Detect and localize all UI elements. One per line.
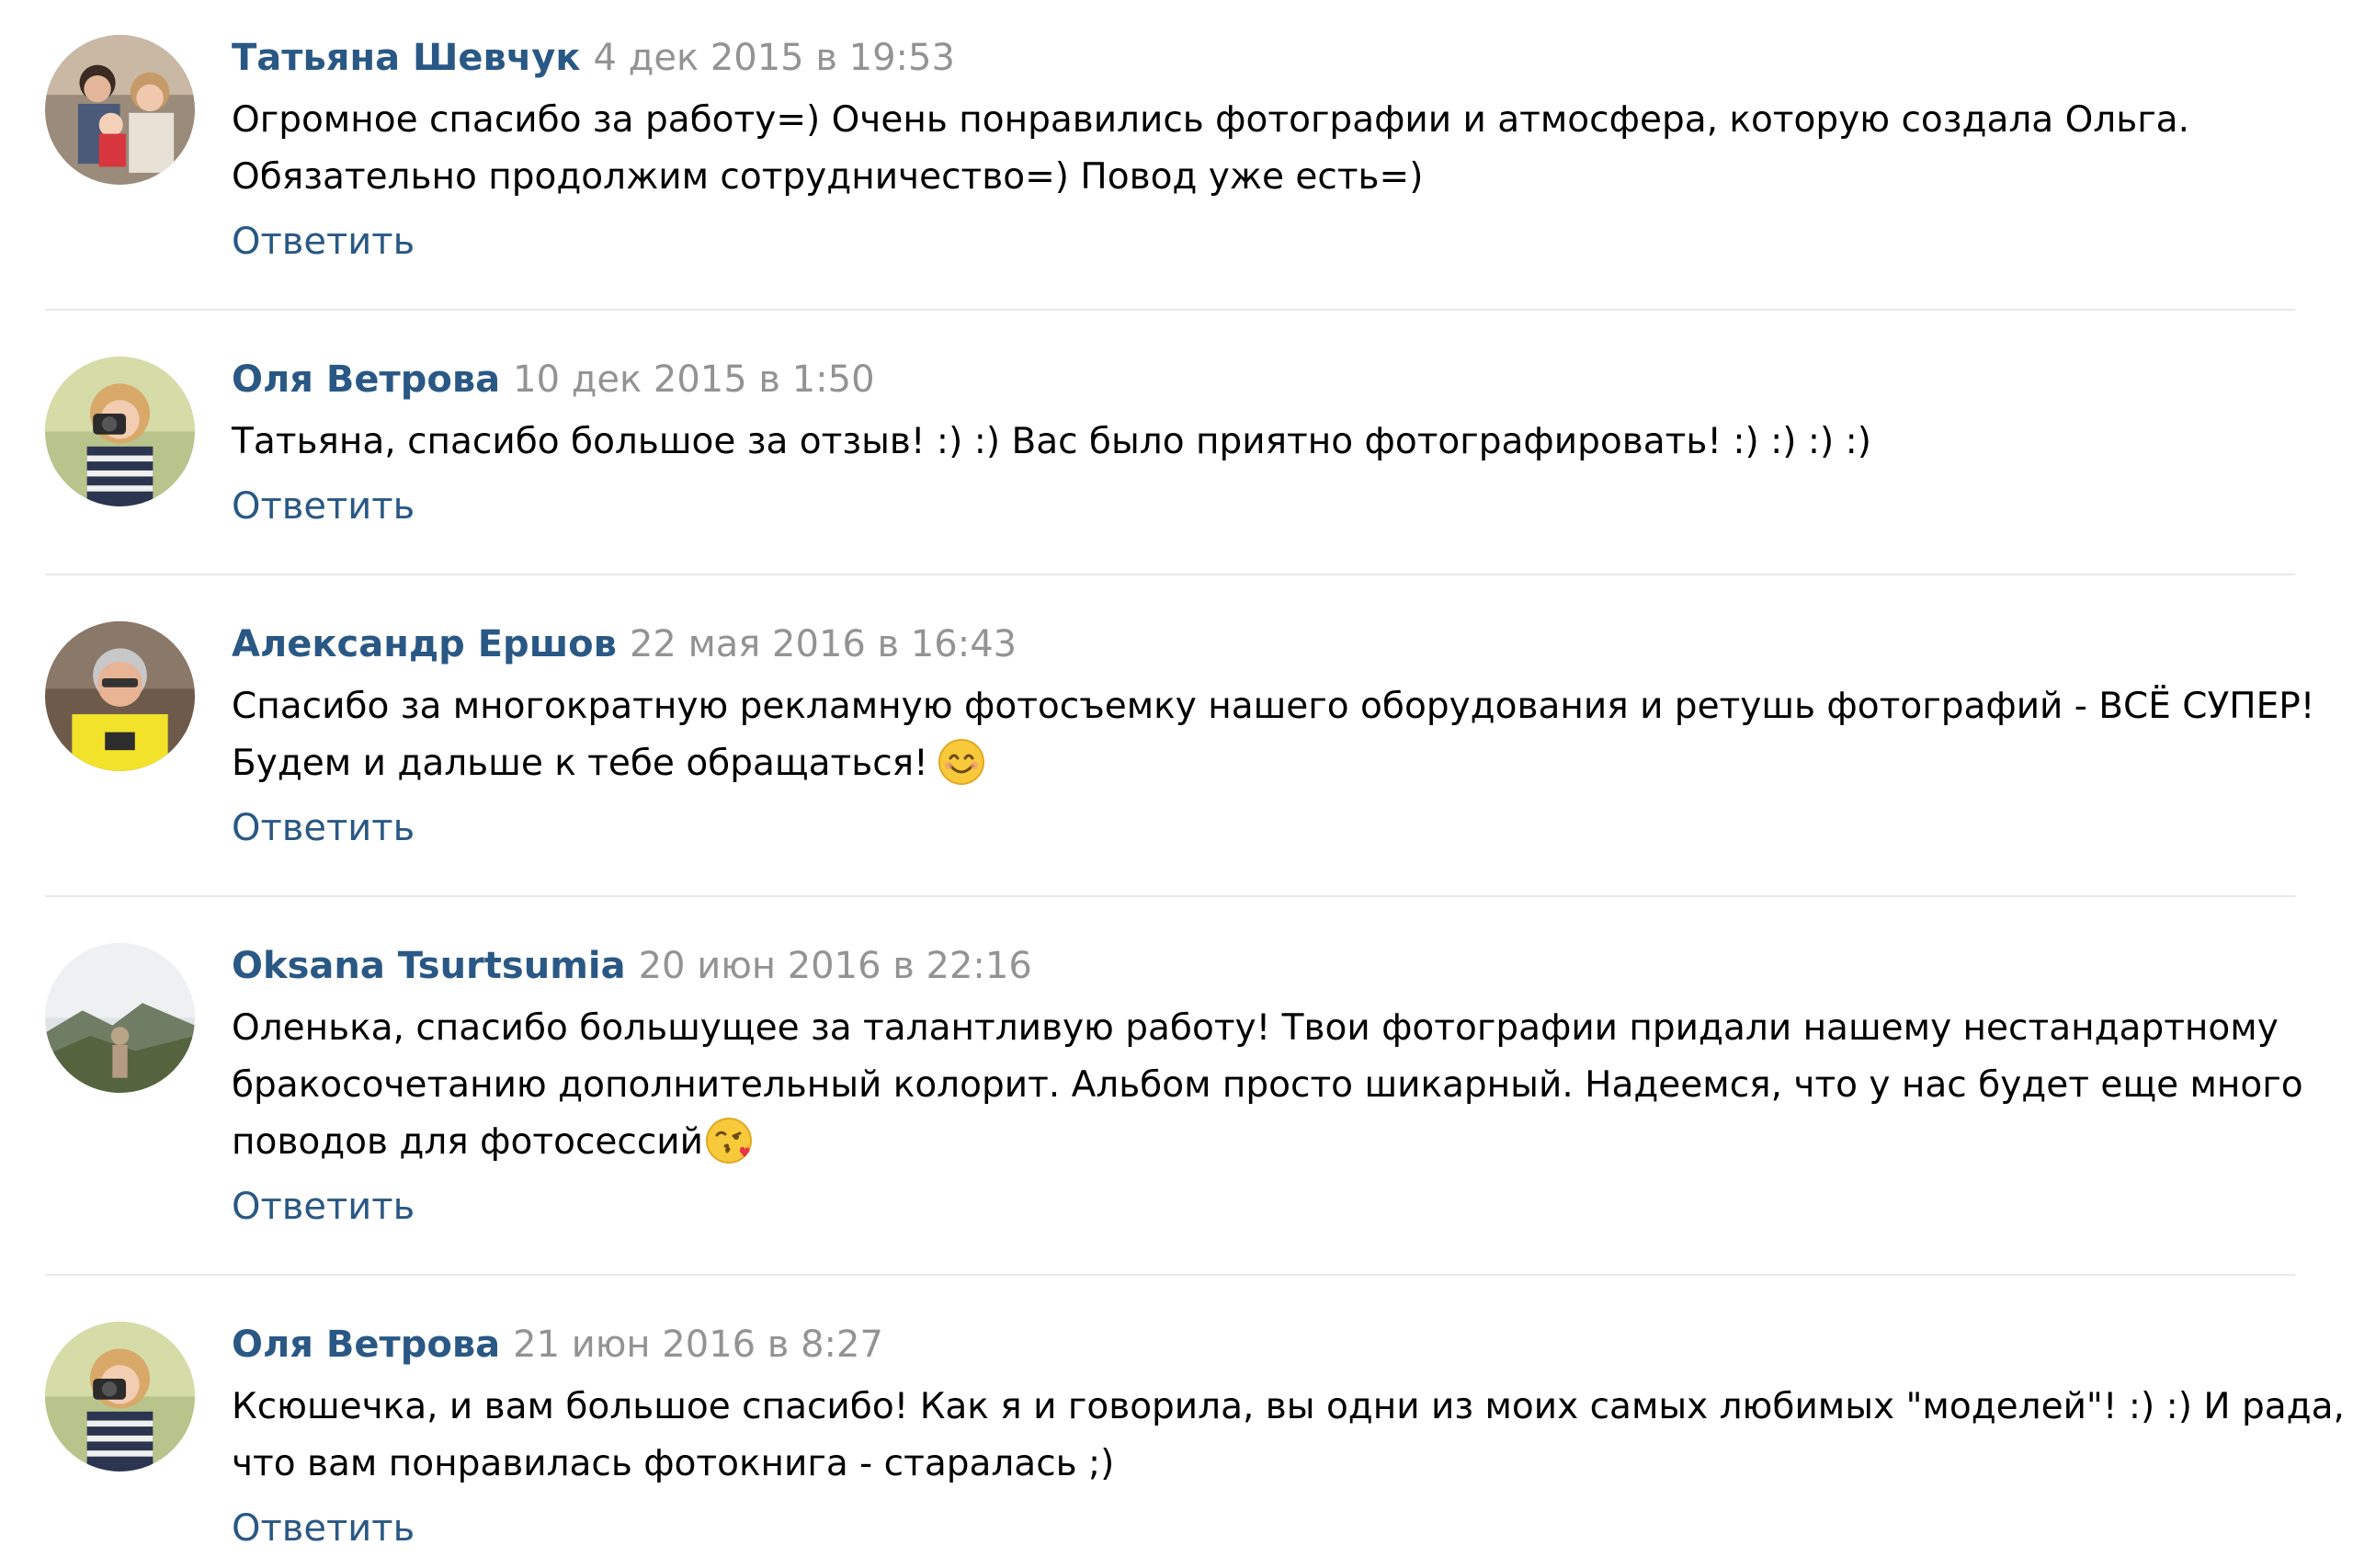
comment: Оля Ветрова 21 июн 2016 в 8:27 Ксюшечка, … (45, 1322, 2345, 1568)
comment-text-line: Огромное спасибо за работу=) Очень понра… (232, 99, 2189, 141)
avatar[interactable] (45, 357, 195, 506)
comment: Oksana Tsurtsumia 20 июн 2016 в 22:16 Оле… (45, 943, 2303, 1246)
comment-text-line: Будем и дальше к тебе обращаться! (232, 735, 2314, 792)
smiling-face-emoji-icon (938, 738, 985, 786)
comment-header: Oksana Tsurtsumia 20 июн 2016 в 22:16 (232, 943, 1032, 989)
comment-text-line: бракосочетанию дополнительный колорит. А… (232, 1064, 2303, 1106)
comment: Оля Ветрова 10 дек 2015 в 1:50 Татьяна, с… (45, 357, 2295, 540)
comment-date[interactable]: 20 июн 2016 в 22:16 (639, 945, 1032, 987)
author-name[interactable]: Oksana Tsurtsumia (232, 945, 626, 987)
comment-text-line-content: поводов для фотосессий (232, 1121, 703, 1163)
comment-text: Огромное спасибо за работу=) Очень понра… (232, 92, 2189, 206)
avatar[interactable] (45, 621, 195, 771)
reply-link[interactable]: Ответить (232, 1184, 415, 1230)
author-name[interactable]: Татьяна Шевчук (232, 37, 581, 79)
avatar[interactable] (45, 943, 195, 1093)
author-name[interactable]: Оля Ветрова (232, 1324, 500, 1366)
author-name[interactable]: Александр Ершов (232, 623, 617, 665)
comment-text-line-content: Будем и дальше к тебе обращаться! (232, 743, 928, 784)
divider (45, 1274, 2295, 1276)
comment-date[interactable]: 4 дек 2015 в 19:53 (594, 37, 955, 79)
author-name[interactable]: Оля Ветрова (232, 358, 500, 401)
comment-text-line: поводов для фотосессий (232, 1114, 2303, 1171)
comment-text-line: Обязательно продолжим сотрудничество=) П… (232, 156, 1424, 198)
comment-text: Оленька, спасибо большущее за талантливу… (232, 1000, 2303, 1171)
reply-link[interactable]: Ответить (232, 219, 415, 265)
face-blowing-kiss-emoji-icon (705, 1117, 753, 1165)
comment-text-line: Спасибо за многократную рекламную фотосъ… (232, 686, 2315, 727)
divider (45, 895, 2295, 897)
comment-text-line: Ксюшечка, и вам большое спасибо! Как я и… (232, 1386, 2345, 1427)
comment-text-line: Оленька, спасибо большущее за талантливу… (232, 1007, 2279, 1049)
comment-header: Оля Ветрова 10 дек 2015 в 1:50 (232, 357, 875, 403)
comment-header: Александр Ершов 22 мая 2016 в 16:43 (232, 621, 1017, 667)
reply-link[interactable]: Ответить (232, 483, 415, 529)
comment-date[interactable]: 10 дек 2015 в 1:50 (513, 358, 874, 401)
avatar[interactable] (45, 1322, 195, 1471)
comment-text: Спасибо за многократную рекламную фотосъ… (232, 678, 2314, 792)
reply-link[interactable]: Ответить (232, 1506, 415, 1551)
reply-link[interactable]: Ответить (232, 805, 415, 851)
comment-header: Оля Ветрова 21 июн 2016 в 8:27 (232, 1322, 883, 1368)
comment-text-line: Татьяна, спасибо большое за отзыв! :) :)… (232, 421, 1871, 462)
comment-header: Татьяна Шевчук 4 дек 2015 в 19:53 (232, 35, 955, 81)
comment-text: Татьяна, спасибо большое за отзыв! :) :)… (232, 414, 1871, 471)
comment: Татьяна Шевчук 4 дек 2015 в 19:53 Огромно… (45, 35, 2295, 292)
comment: Александр Ершов 22 мая 2016 в 16:43 Спаси… (45, 621, 2314, 869)
avatar[interactable] (45, 35, 195, 185)
comment-date[interactable]: 21 июн 2016 в 8:27 (513, 1324, 883, 1366)
comment-text: Ксюшечка, и вам большое спасибо! Как я и… (232, 1379, 2345, 1493)
divider (45, 574, 2295, 575)
comment-text-line: что вам понравилась фотокнига - старалас… (232, 1443, 1115, 1484)
comment-date[interactable]: 22 мая 2016 в 16:43 (630, 623, 1017, 665)
divider (45, 309, 2295, 311)
